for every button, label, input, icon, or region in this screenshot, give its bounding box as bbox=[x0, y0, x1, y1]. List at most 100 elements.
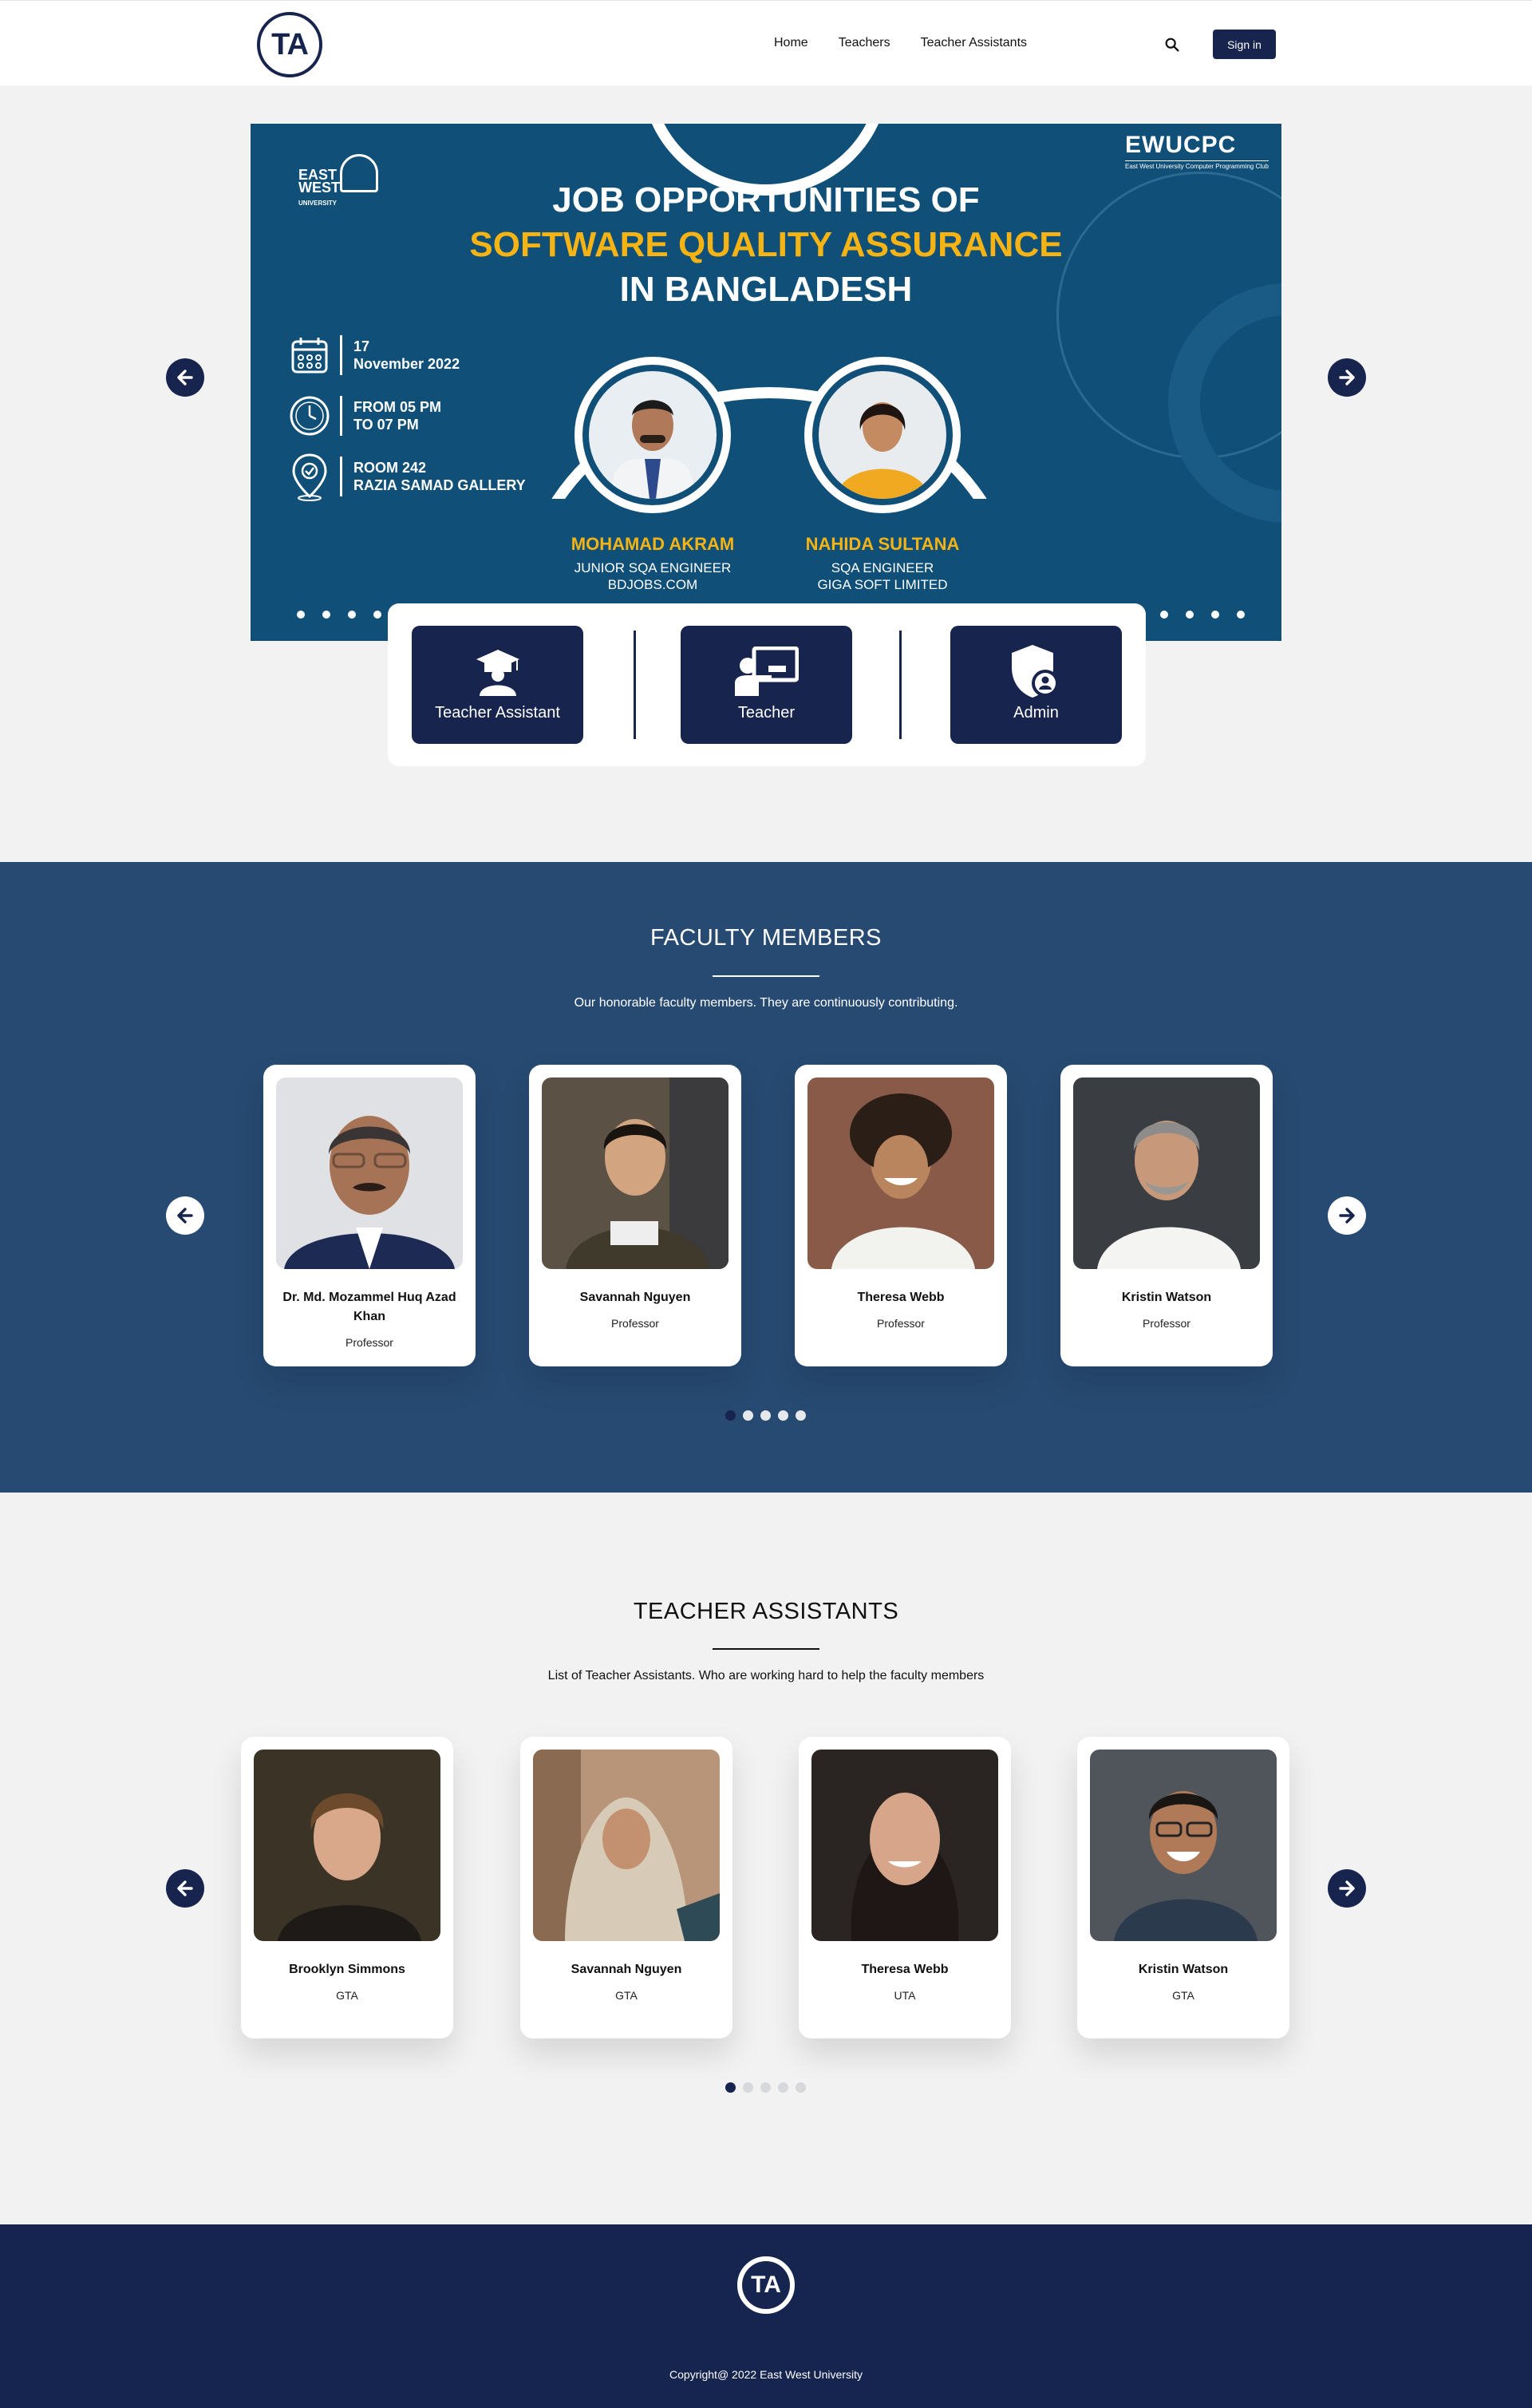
assistant-card[interactable]: Kristin Watson GTA bbox=[1077, 1737, 1289, 2038]
faculty-name: Kristin Watson bbox=[1121, 1291, 1212, 1304]
faculty-name: Savannah Nguyen bbox=[579, 1291, 691, 1304]
assistant-role: GTA bbox=[1172, 1989, 1194, 2002]
speaker-photo bbox=[574, 357, 731, 513]
speaker-avatar bbox=[589, 371, 717, 499]
assistant-card[interactable]: Savannah Nguyen GTA bbox=[520, 1737, 732, 2038]
faculty-photo bbox=[542, 1077, 728, 1269]
speaker-name: NAHIDA SULTANA bbox=[805, 534, 960, 554]
divider bbox=[340, 396, 342, 436]
pagination-dot[interactable] bbox=[725, 1410, 736, 1421]
nav-home[interactable]: Home bbox=[774, 36, 808, 50]
faculty-next-button[interactable] bbox=[1328, 1196, 1366, 1235]
divider bbox=[340, 335, 342, 375]
faculty-subtitle: Our honorable faculty members. They are … bbox=[574, 996, 958, 1010]
assistant-photo bbox=[533, 1750, 720, 1941]
admin-shield-icon bbox=[1010, 643, 1063, 699]
club-logo: EWUCPC East West University Computer Pro… bbox=[1125, 132, 1269, 170]
event-time: FROM 05 PM TO 07 PM bbox=[287, 393, 441, 438]
faculty-photo bbox=[276, 1077, 463, 1269]
footer-logo-text: TA bbox=[742, 2261, 790, 2309]
role-label: Teacher bbox=[737, 704, 796, 722]
assistant-role: GTA bbox=[615, 1989, 638, 2002]
signin-button[interactable]: Sign in bbox=[1213, 30, 1276, 59]
faculty-role: Professor bbox=[877, 1317, 925, 1330]
assistants-prev-button[interactable] bbox=[166, 1869, 204, 1908]
speaker-photo bbox=[804, 357, 961, 513]
assistant-name: Theresa Webb bbox=[861, 1963, 949, 1976]
pagination-dot[interactable] bbox=[760, 2082, 771, 2093]
hero-title-line-2: SOFTWARE QUALITY ASSURANCE bbox=[469, 225, 1063, 264]
role-selector: Teacher Assistant Teacher Admin bbox=[388, 603, 1146, 766]
faculty-card[interactable]: Savannah Nguyen Professor bbox=[529, 1065, 741, 1366]
arrow-left-icon bbox=[177, 370, 193, 386]
location-pin-icon bbox=[287, 453, 332, 501]
event-date: 17 November 2022 bbox=[287, 333, 460, 378]
assistant-role: GTA bbox=[336, 1989, 358, 2002]
assistant-card[interactable]: Theresa Webb UTA bbox=[799, 1737, 1011, 2038]
title-underline bbox=[713, 975, 819, 977]
role-teacher-assistant-button[interactable]: Teacher Assistant bbox=[412, 626, 583, 744]
arrow-right-icon bbox=[1339, 1208, 1355, 1224]
event-venue: ROOM 242 RAZIA SAMAD GALLERY bbox=[287, 453, 526, 501]
arrow-right-icon bbox=[1339, 370, 1355, 386]
faculty-prev-button[interactable] bbox=[166, 1196, 204, 1235]
speaker-title: SQA ENGINEER bbox=[831, 560, 934, 575]
assistant-photo bbox=[811, 1750, 998, 1941]
hero-title-line-3: IN BANGLADESH bbox=[619, 270, 913, 309]
role-teacher-button[interactable]: Teacher bbox=[681, 626, 852, 744]
pagination-dot[interactable] bbox=[778, 2082, 788, 2093]
faculty-name: Theresa Webb bbox=[857, 1291, 945, 1304]
pagination-dot[interactable] bbox=[796, 2082, 806, 2093]
faculty-title: FACULTY MEMBERS bbox=[650, 925, 882, 951]
site-header: TA Home Teachers Teacher Assistants Sign… bbox=[0, 0, 1532, 85]
time-start: FROM 05 PM bbox=[353, 399, 442, 415]
assistant-photo bbox=[1090, 1750, 1277, 1941]
nav-teacher-assistants[interactable]: Teacher Assistants bbox=[921, 36, 1027, 50]
hero-title: JOB OPPORTUNITIES OF SOFTWARE QUALITY AS… bbox=[251, 178, 1281, 312]
role-admin-button[interactable]: Admin bbox=[950, 626, 1122, 744]
logo-text: TA bbox=[271, 27, 309, 61]
faculty-card[interactable]: Theresa Webb Professor bbox=[795, 1065, 1007, 1366]
pagination-dot[interactable] bbox=[743, 1410, 753, 1421]
date-day: 17 bbox=[353, 338, 370, 354]
role-label: Admin bbox=[1013, 704, 1059, 722]
venue-gallery: RAZIA SAMAD GALLERY bbox=[353, 477, 526, 493]
speaker-title: JUNIOR SQA ENGINEER bbox=[574, 560, 732, 575]
divider bbox=[340, 457, 342, 496]
pagination-dot[interactable] bbox=[778, 1410, 788, 1421]
title-underline bbox=[713, 1648, 819, 1650]
arrow-left-icon bbox=[177, 1880, 193, 1896]
hero-prev-button[interactable] bbox=[166, 358, 204, 397]
arrow-right-icon bbox=[1339, 1880, 1355, 1896]
pagination-dot[interactable] bbox=[760, 1410, 771, 1421]
hero-title-line-1: JOB OPPORTUNITIES OF bbox=[552, 180, 980, 219]
faculty-photo bbox=[1073, 1077, 1260, 1269]
faculty-name: Dr. Md. Mozammel Huq Azad Khan bbox=[282, 1291, 456, 1323]
faculty-role: Professor bbox=[611, 1317, 659, 1330]
calendar-icon bbox=[287, 333, 332, 378]
footer-logo[interactable]: TA bbox=[737, 2256, 795, 2314]
site-logo[interactable]: TA bbox=[257, 12, 322, 77]
time-end: TO 07 PM bbox=[353, 417, 419, 433]
hero-banner: EAST WEST UNIVERSITY EWUCPC East West Univ… bbox=[251, 124, 1281, 641]
pagination-dot[interactable] bbox=[743, 2082, 753, 2093]
pagination-dot[interactable] bbox=[725, 2082, 736, 2093]
speaker-company: BDJOBS.COM bbox=[607, 577, 698, 592]
search-icon[interactable] bbox=[1163, 36, 1181, 53]
pagination-dot[interactable] bbox=[796, 1410, 806, 1421]
hero-next-button[interactable] bbox=[1328, 358, 1366, 397]
arrow-left-icon bbox=[177, 1208, 193, 1224]
assistants-title: TEACHER ASSISTANTS bbox=[633, 1599, 899, 1624]
assistants-next-button[interactable] bbox=[1328, 1869, 1366, 1908]
speaker-role: SQA ENGINEER GIGA SOFT LIMITED bbox=[779, 559, 986, 593]
club-caption: East West University Computer Programmin… bbox=[1125, 160, 1269, 170]
nav-teachers[interactable]: Teachers bbox=[839, 36, 890, 50]
clock-icon bbox=[287, 393, 332, 438]
faculty-card[interactable]: Kristin Watson Professor bbox=[1060, 1065, 1273, 1366]
club-logo-text: EWUCPC bbox=[1125, 132, 1237, 158]
date-month: November 2022 bbox=[353, 356, 460, 372]
speaker-role: JUNIOR SQA ENGINEER BDJOBS.COM bbox=[549, 559, 756, 593]
assistant-card[interactable]: Brooklyn Simmons GTA bbox=[241, 1737, 453, 2038]
faculty-card[interactable]: Dr. Md. Mozammel Huq Azad Khan Professor bbox=[263, 1065, 476, 1366]
role-label: Teacher Assistant bbox=[435, 704, 560, 722]
